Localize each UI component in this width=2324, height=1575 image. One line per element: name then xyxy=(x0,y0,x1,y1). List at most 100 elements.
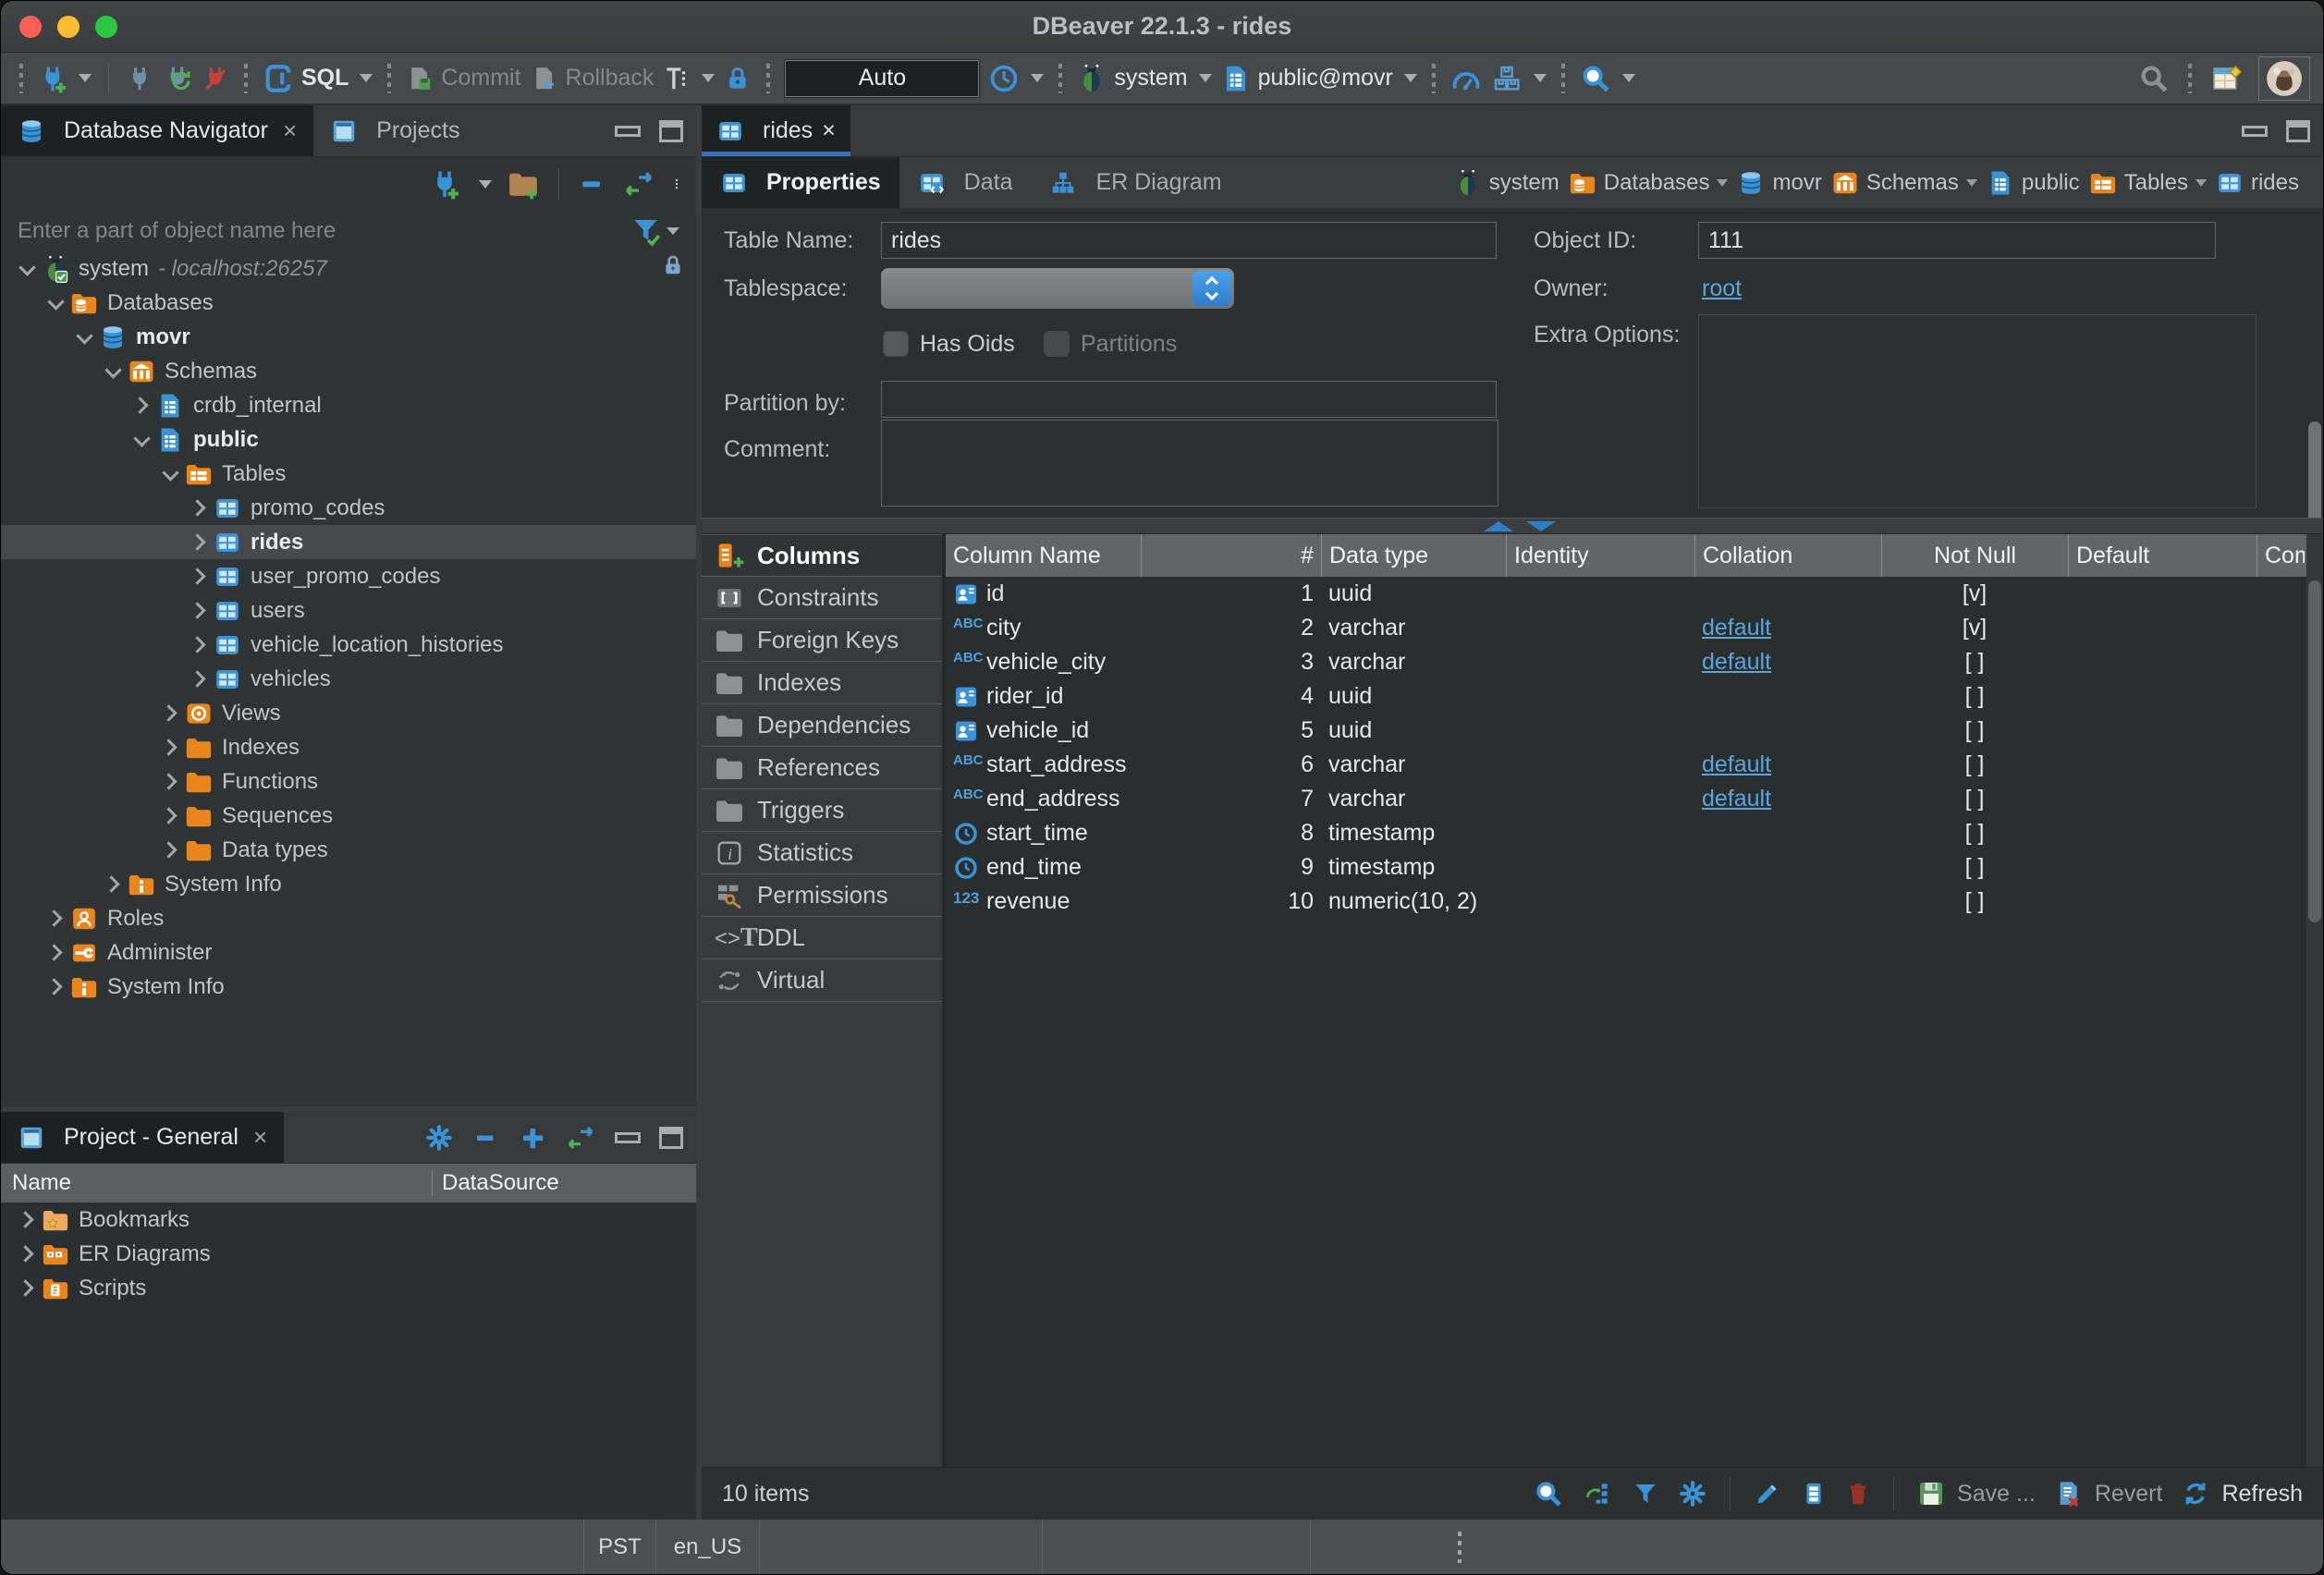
side-tab-permissions[interactable]: Permissions xyxy=(702,874,942,917)
breadcrumb-public[interactable]: public xyxy=(1987,169,2080,197)
side-tab-indexes[interactable]: Indexes xyxy=(702,662,942,704)
chevron-right-icon[interactable] xyxy=(184,604,214,617)
tab-er-diagram[interactable]: ER Diagram xyxy=(1031,157,1240,208)
chevron-right-icon[interactable] xyxy=(184,570,214,582)
chevron-right-icon[interactable] xyxy=(155,844,185,856)
gear-icon[interactable] xyxy=(1678,1479,1707,1508)
save-icon[interactable] xyxy=(1916,1479,1946,1508)
side-tab-columns[interactable]: Columns xyxy=(702,534,942,577)
breadcrumb-rides[interactable]: rides xyxy=(2216,169,2299,197)
tree-item-movr[interactable]: movr xyxy=(1,320,696,354)
partitions-checkbox[interactable] xyxy=(1044,331,1070,357)
chevron-right-icon[interactable] xyxy=(155,810,185,822)
column-header-name[interactable]: Name xyxy=(1,1170,432,1196)
side-tab-virtual[interactable]: Virtual xyxy=(702,959,942,1002)
tree-item-user-promo-codes[interactable]: user_promo_codes xyxy=(1,559,696,593)
grid-row-start-time[interactable]: start_time8timestamp[ ] xyxy=(946,816,2323,850)
grid-row-rider-id[interactable]: rider_id4uuid[ ] xyxy=(946,679,2323,714)
tree-item-views[interactable]: Views xyxy=(1,696,696,730)
tree-item-roles[interactable]: Roles xyxy=(1,901,696,935)
project-item-scripts[interactable]: Scripts xyxy=(1,1271,696,1305)
dashboard-button[interactable] xyxy=(1450,63,1482,94)
side-tab-references[interactable]: References xyxy=(702,747,942,789)
grid-header-[interactable]: # xyxy=(1141,534,1321,577)
gear-icon[interactable] xyxy=(424,1123,454,1153)
refresh-icon[interactable] xyxy=(2181,1479,2210,1508)
expand-all-icon[interactable] xyxy=(519,1124,546,1152)
grid-header-data-type[interactable]: Data type xyxy=(1321,534,1506,577)
breadcrumb-schemas[interactable]: Schemas xyxy=(1831,169,1977,197)
tree-item-vehicle-location-histories[interactable]: vehicle_location_histories xyxy=(1,628,696,662)
new-connection-button[interactable] xyxy=(38,64,92,93)
chevron-right-icon[interactable] xyxy=(184,639,214,651)
chevron-right-icon[interactable] xyxy=(41,981,70,993)
owner-link[interactable]: root xyxy=(1702,270,1742,307)
tab-projects[interactable]: Projects xyxy=(313,105,476,156)
side-tab-ddl[interactable]: <>TDDL xyxy=(702,917,942,959)
filter-icon[interactable] xyxy=(1632,1479,1659,1508)
quick-search-button[interactable] xyxy=(2138,63,2170,94)
chevron-right-icon[interactable] xyxy=(155,775,185,788)
tree-item-indexes[interactable]: Indexes xyxy=(1,730,696,764)
breadcrumb-movr[interactable]: movr xyxy=(1737,169,1821,197)
grid-header-collation[interactable]: Collation xyxy=(1694,534,1881,577)
chevron-right-icon[interactable] xyxy=(184,536,214,548)
view-menu-icon[interactable] xyxy=(670,168,683,200)
breadcrumb-system[interactable]: system xyxy=(1454,169,1560,197)
chevron-right-icon[interactable] xyxy=(184,502,214,514)
disconnect-button[interactable] xyxy=(202,65,229,92)
tab-properties[interactable]: Properties xyxy=(702,157,899,208)
tab-data[interactable]: Data xyxy=(899,157,1032,208)
tree-item-crdb-internal[interactable]: crdb_internal xyxy=(1,388,696,422)
minimize-view-icon[interactable] xyxy=(615,126,641,137)
minimize-view-icon[interactable] xyxy=(615,1132,641,1143)
collapse-down-icon[interactable] xyxy=(1526,521,1556,531)
maximize-view-icon[interactable] xyxy=(659,1127,683,1149)
tree-item-data-types[interactable]: Data types xyxy=(1,833,696,867)
link-with-editor-icon[interactable] xyxy=(622,168,655,200)
lock-button[interactable] xyxy=(724,65,752,92)
chevron-down-icon[interactable] xyxy=(69,330,99,345)
filter-input[interactable]: Enter a part of object name here xyxy=(18,218,336,244)
tree-item-tables[interactable]: Tables xyxy=(1,457,696,491)
grid-row-city[interactable]: ABCcity2varchardefault[v] xyxy=(946,611,2323,645)
side-tab-foreign-keys[interactable]: Foreign Keys xyxy=(702,619,942,662)
chevron-down-icon[interactable] xyxy=(127,433,156,447)
close-icon[interactable]: × xyxy=(253,1123,267,1152)
collapse-all-icon[interactable] xyxy=(578,169,607,199)
tree-item-vehicles[interactable]: vehicles xyxy=(1,662,696,696)
active-database-selector[interactable]: public@movr xyxy=(1221,63,1417,94)
chevron-right-icon[interactable] xyxy=(12,1282,42,1294)
tree-item-system[interactable]: system - localhost:26257 xyxy=(1,251,696,286)
chevron-down-icon[interactable] xyxy=(98,364,128,379)
close-icon[interactable]: × xyxy=(283,116,297,145)
breadcrumb-databases[interactable]: Databases xyxy=(1569,169,1729,197)
table-name-input[interactable] xyxy=(881,222,1497,259)
side-tab-triggers[interactable]: Triggers xyxy=(702,789,942,832)
save-button[interactable]: Save ... xyxy=(1957,1481,2036,1508)
tree-item-schemas[interactable]: Schemas xyxy=(1,354,696,388)
chevron-down-icon[interactable] xyxy=(12,262,42,276)
commit-mode-combo[interactable]: Auto xyxy=(785,60,979,97)
project-item-bookmarks[interactable]: Bookmarks xyxy=(1,1203,696,1237)
grid-row-end-address[interactable]: ABCend_address7varchardefault[ ] xyxy=(946,782,2323,816)
collapse-all-icon[interactable] xyxy=(472,1124,500,1152)
grid-header-column-name[interactable]: Column Name xyxy=(946,534,1141,577)
commit-button[interactable]: Commit xyxy=(406,65,520,92)
chevron-right-icon[interactable] xyxy=(155,707,185,719)
chevron-right-icon[interactable] xyxy=(184,673,214,685)
edit-icon[interactable] xyxy=(1753,1479,1782,1508)
search-icon[interactable] xyxy=(1534,1479,1563,1508)
user-profile-button[interactable] xyxy=(2258,56,2310,101)
tree-item-functions[interactable]: Functions xyxy=(1,764,696,799)
collation-link[interactable]: default xyxy=(1702,751,1771,778)
add-column-icon[interactable] xyxy=(1801,1479,1827,1508)
chevron-down-icon[interactable] xyxy=(479,180,492,189)
grid-row-vehicle-id[interactable]: vehicle_id5uuid[ ] xyxy=(946,714,2323,748)
grid-scrollbar[interactable] xyxy=(2306,534,2323,1467)
refresh-button[interactable]: Refresh xyxy=(2221,1481,2303,1508)
grid-header-default[interactable]: Default xyxy=(2068,534,2257,577)
link-with-editor-icon[interactable] xyxy=(565,1123,596,1153)
grid-header-not-null[interactable]: Not Null xyxy=(1881,534,2068,577)
maximize-view-icon[interactable] xyxy=(659,120,683,142)
